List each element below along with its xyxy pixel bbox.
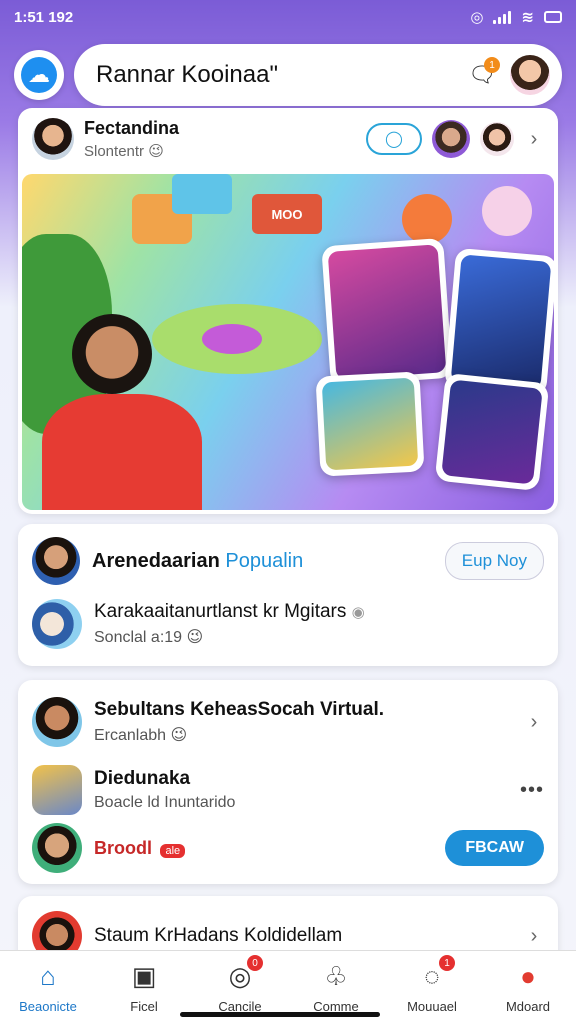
status-bar: 1:51 192 ◎ ≋ [0, 0, 576, 34]
author-subtitle: Slontentr 😉 [84, 143, 164, 160]
social-avatar[interactable] [32, 697, 82, 747]
item-avatar[interactable] [32, 599, 82, 649]
status-tag: Broodl ale [94, 838, 433, 859]
nav-community[interactable]: ♧ Comme [291, 959, 381, 1015]
wifi-icon: ≋ [521, 9, 534, 26]
nav-home[interactable]: ⌂ Beaonicte [3, 959, 93, 1015]
top-bar: ☁ Rannar Kooinaa" 🗨 1 [14, 42, 562, 108]
search-bar[interactable]: Rannar Kooinaa" 🗨 1 [74, 44, 562, 106]
ghost-icon: ☁ [21, 57, 57, 93]
message-badge: 1 [484, 57, 500, 73]
item-subtitle: Boacle ld Inuntarido [94, 794, 236, 811]
profile-icon: ● [520, 960, 536, 991]
nav-camera[interactable]: ◎ 0 Cancile [195, 955, 285, 1014]
profile-avatar[interactable] [510, 55, 550, 95]
item-title: Karakaaitanurtlanst kr Mgitars ◉ [94, 601, 365, 622]
popular-title: Arenedaarian Popualin [92, 549, 304, 572]
item-title: Diedunaka [94, 768, 191, 789]
bottom-title: Staum KrHadans Koldidellam [94, 925, 343, 946]
author-avatar[interactable] [32, 118, 74, 160]
nav-feed[interactable]: ▣ Ficel [99, 959, 189, 1015]
nav-badge: 0 [247, 955, 263, 971]
chat-icon: ◯ [385, 131, 403, 148]
battery-icon [544, 11, 562, 23]
alarm-icon: ◎ [470, 9, 484, 26]
phone-thumb[interactable] [32, 765, 82, 815]
featured-image[interactable]: MOO [22, 174, 554, 510]
info-icon: ◉ [351, 604, 365, 621]
action-button[interactable]: FBCAW [445, 830, 544, 866]
join-button[interactable]: Eup Noy [444, 542, 544, 580]
nav-profile[interactable]: ● Mdoard [483, 959, 573, 1015]
popular-avatar[interactable] [32, 537, 80, 585]
item-subtitle: Sonclal a:19 😉 [94, 629, 204, 646]
nav-chat[interactable]: ◌ 1 Mouuael [387, 955, 477, 1014]
friend-avatar-2[interactable] [480, 122, 514, 156]
app-logo[interactable]: ☁ [14, 50, 64, 100]
author-name: Fectandina [84, 118, 180, 138]
nav-badge: 1 [439, 955, 455, 971]
page-title: Rannar Kooinaa" [96, 61, 278, 88]
popular-card: Arenedaarian Popualin Eup Noy Karakaaita… [18, 524, 558, 666]
featured-post-card: Fectandina Slontentr 😉 ◯ › MOO [18, 108, 558, 514]
chevron-right-icon[interactable]: › [524, 925, 544, 948]
messages-button[interactable]: 🗨 1 [462, 55, 502, 95]
more-icon[interactable]: ••• [520, 779, 544, 802]
social-title: Sebultans KeheasSocah Virtual. [94, 699, 385, 720]
kid-avatar[interactable] [32, 823, 82, 873]
status-time: 1:51 192 [14, 8, 74, 26]
home-indicator [180, 1012, 380, 1017]
social-subtitle: Ercanlabh 😉 [94, 727, 188, 744]
sign-text: MOO [252, 194, 322, 234]
community-icon: ♧ [324, 960, 348, 991]
friend-avatar-1[interactable] [432, 120, 470, 158]
chevron-right-icon[interactable]: › [524, 711, 544, 734]
home-icon: ⌂ [40, 960, 56, 991]
feed-icon: ▣ [131, 960, 157, 991]
signal-icon [493, 10, 512, 24]
social-card: Sebultans KeheasSocah Virtual. Ercanlabh… [18, 680, 558, 884]
chevron-right-icon[interactable]: › [524, 128, 544, 151]
chat-button[interactable]: ◯ [366, 123, 422, 155]
